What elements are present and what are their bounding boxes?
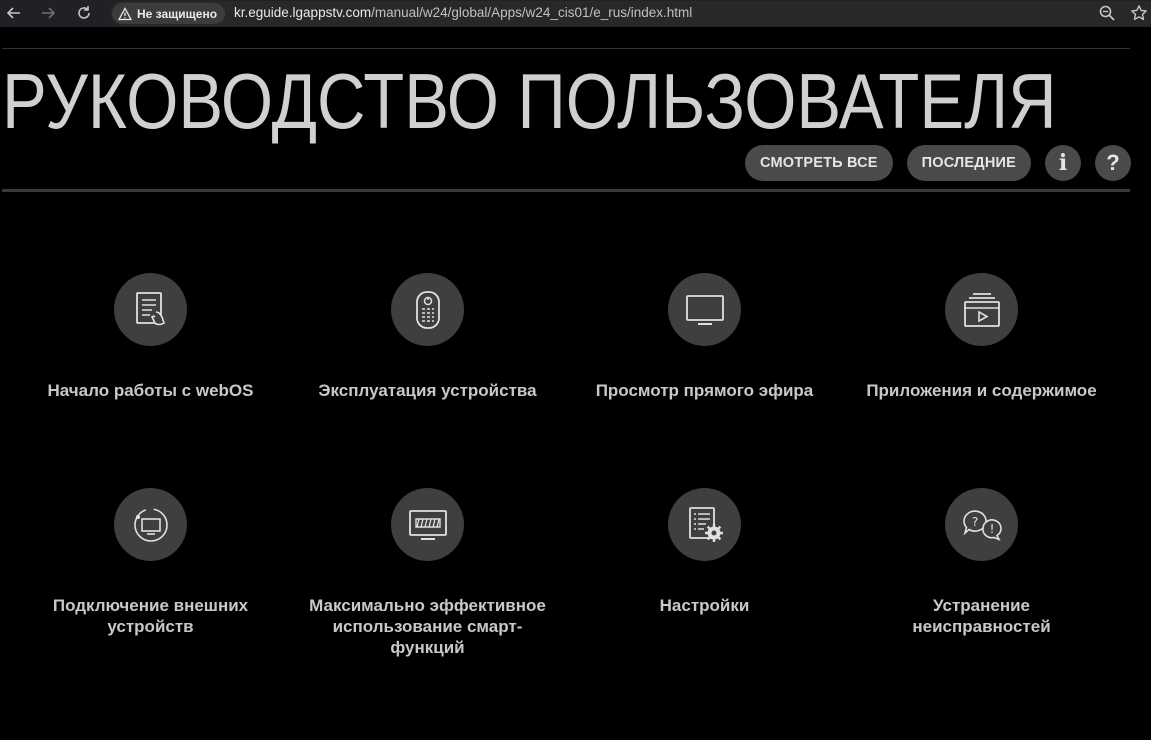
category-label: Подключение внешних устройств bbox=[52, 596, 249, 636]
url-text[interactable]: kr.eguide.lgappstv.com/manual/w24/global… bbox=[234, 5, 692, 20]
security-chip[interactable]: Не защищено bbox=[112, 3, 226, 24]
svg-text:!: ! bbox=[989, 522, 994, 536]
svg-text:?: ? bbox=[971, 515, 977, 529]
forward-icon[interactable] bbox=[38, 3, 58, 23]
reload-icon[interactable] bbox=[74, 3, 94, 23]
category-troubleshooting[interactable]: ?! Устранение неисправностей bbox=[843, 488, 1120, 637]
settings-document-icon bbox=[668, 488, 741, 561]
category-live-tv[interactable]: Просмотр прямого эфира bbox=[566, 273, 843, 401]
bookmark-star-icon[interactable] bbox=[1130, 4, 1148, 22]
category-apps-content[interactable]: Приложения и содержимое bbox=[843, 273, 1120, 401]
category-external-devices[interactable]: Подключение внешних устройств bbox=[12, 488, 289, 637]
remote-control-icon bbox=[391, 273, 464, 346]
view-all-button[interactable]: СМОТРЕТЬ ВСЕ bbox=[745, 145, 893, 181]
category-label: Приложения и содержимое bbox=[866, 381, 1097, 400]
tv-icon bbox=[668, 273, 741, 346]
page-title: РУКОВОДСТВО ПОЛЬЗОВАТЕЛЯ bbox=[2, 57, 1057, 145]
url-path: /manual/w24/global/Apps/w24_cis01/e_rus/… bbox=[371, 5, 693, 20]
url-host: kr.eguide.lgappstv.com bbox=[234, 5, 372, 20]
category-getting-started[interactable]: Начало работы с webOS bbox=[12, 273, 289, 401]
document-touch-icon bbox=[114, 273, 187, 346]
category-device-operation[interactable]: Эксплуатация устройства bbox=[289, 273, 566, 401]
header-actions: СМОТРЕТЬ ВСЕ ПОСЛЕДНИЕ i ? bbox=[745, 145, 1131, 181]
zoom-icon[interactable] bbox=[1098, 4, 1116, 22]
header-bottom-divider bbox=[2, 189, 1130, 192]
category-label: Максимально эффективное использование см… bbox=[309, 596, 546, 657]
warning-icon bbox=[118, 6, 132, 20]
header-top-divider bbox=[2, 48, 1130, 49]
category-label: Эксплуатация устройства bbox=[318, 381, 537, 400]
tv-connect-icon bbox=[114, 488, 187, 561]
troubleshoot-bubbles-icon: ?! bbox=[945, 488, 1018, 561]
category-settings[interactable]: Настройки bbox=[566, 488, 843, 616]
recent-button[interactable]: ПОСЛЕДНИЕ bbox=[906, 145, 1031, 181]
category-label: Просмотр прямого эфира bbox=[595, 381, 814, 400]
category-label: Устранение неисправностей bbox=[912, 596, 1051, 636]
smart-display-icon bbox=[391, 488, 464, 561]
category-label: Начало работы с webOS bbox=[47, 381, 254, 400]
info-button[interactable]: i bbox=[1045, 145, 1081, 181]
viewport-bottom bbox=[0, 673, 1151, 740]
category-smart-features[interactable]: Максимально эффективное использование см… bbox=[289, 488, 566, 658]
media-app-icon bbox=[945, 273, 1018, 346]
category-label: Настройки bbox=[659, 596, 750, 615]
back-icon[interactable] bbox=[4, 3, 24, 23]
security-label: Не защищено bbox=[137, 6, 218, 21]
help-button[interactable]: ? bbox=[1095, 145, 1131, 181]
browser-toolbar: Не защищено kr.eguide.lgappstv.com/manua… bbox=[0, 0, 1151, 27]
